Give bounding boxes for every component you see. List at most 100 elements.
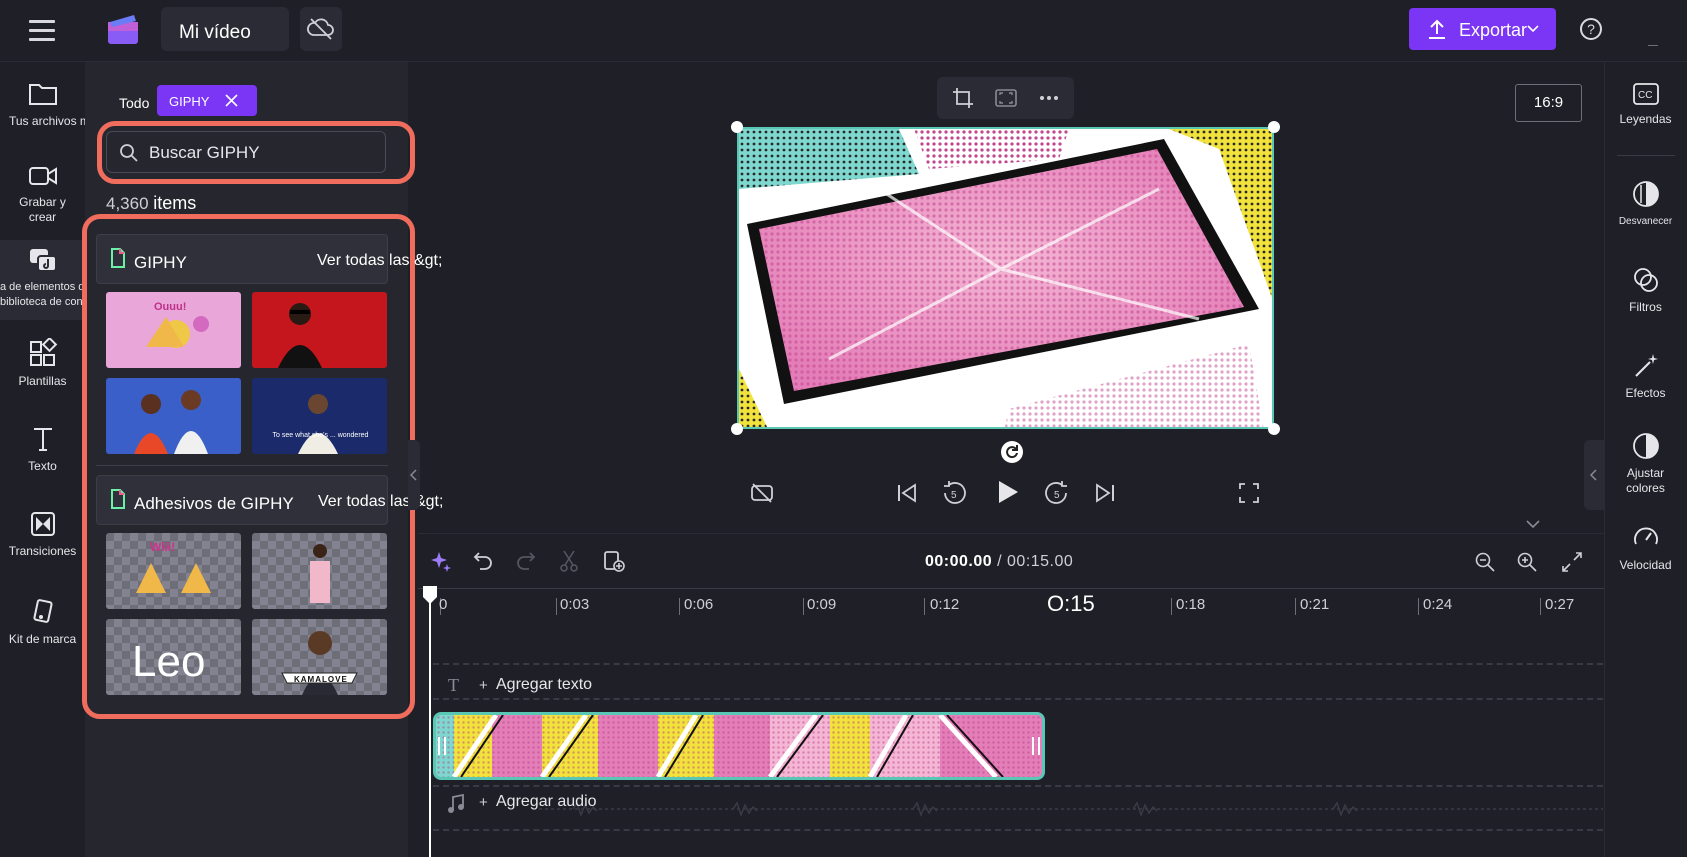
rail-fade[interactable]: Desvanecer — [1604, 180, 1687, 229]
magic-sparkle-icon[interactable] — [430, 550, 452, 572]
trim-handle-left[interactable] — [438, 737, 446, 755]
rail-speed[interactable]: Velocidad — [1604, 524, 1687, 573]
cloud-sync-off-icon[interactable] — [300, 7, 342, 51]
playhead[interactable] — [429, 588, 431, 857]
add-audio-label: Agregar audio — [496, 793, 597, 810]
app-logo — [106, 13, 140, 52]
rail-record-create[interactable]: Grabar y crear — [0, 163, 85, 225]
chevron-left-icon — [1590, 469, 1597, 481]
ruler-tick — [803, 598, 804, 615]
audio-track[interactable]: + Agregar audio — [433, 790, 1603, 826]
video-clip[interactable] — [433, 712, 1045, 780]
rail-brand-kit[interactable]: Kit de marca — [0, 598, 85, 647]
skip-to-end-icon[interactable] — [1094, 482, 1116, 504]
gif-thumbnail[interactable] — [252, 292, 387, 368]
gif-thumbnail[interactable]: Ouuu! — [106, 292, 241, 368]
camera-off-icon[interactable] — [750, 482, 774, 504]
chevron-down-icon — [1527, 25, 1539, 33]
undo-icon[interactable] — [473, 551, 493, 571]
rewind-5-icon[interactable]: 5 — [941, 480, 967, 506]
rail-effects[interactable]: Efectos — [1604, 352, 1687, 401]
ruler-label: 0:09 — [807, 596, 837, 613]
ruler-label: 0:12 — [930, 596, 960, 613]
ruler-label: 0:06 — [684, 596, 714, 613]
gif-thumbnail[interactable] — [106, 378, 241, 454]
resize-handle[interactable] — [731, 423, 743, 435]
resize-handle[interactable] — [731, 121, 743, 133]
project-title[interactable]: Mi vídeo — [161, 7, 289, 51]
gif-thumbnail[interactable]: To see what she's ... wondered — [252, 378, 387, 454]
rail-label: Transiciones — [8, 544, 77, 558]
skip-to-start-icon[interactable] — [896, 482, 918, 504]
filter-all[interactable]: Todo — [119, 95, 149, 111]
track-divider — [433, 785, 1603, 787]
rail-your-media[interactable]: Tus archivos multimedia — [0, 80, 138, 129]
play-icon[interactable] — [996, 479, 1020, 505]
duplicate-icon[interactable] — [603, 550, 625, 572]
add-text-label: Agregar texto — [496, 676, 593, 693]
zoom-out-icon[interactable] — [1475, 552, 1495, 572]
more-options-icon[interactable] — [1039, 95, 1059, 101]
add-audio-plus: + — [479, 794, 488, 811]
rail-content-library[interactable]: a de elementos de biblioteca de contenid… — [0, 240, 113, 320]
add-text-plus: + — [479, 677, 488, 694]
ruler-label-current: O:15 — [1047, 591, 1095, 616]
folder-icon — [28, 84, 57, 105]
rotate-icon[interactable] — [1000, 440, 1024, 464]
ruler-tick — [679, 598, 680, 615]
brand-kit-icon — [32, 599, 53, 623]
fit-timeline-icon[interactable] — [1561, 551, 1583, 573]
forward-5-icon[interactable]: 5 — [1044, 480, 1070, 506]
track-divider — [433, 663, 1603, 665]
rail-label: Texto — [28, 459, 57, 473]
text-track[interactable]: T + Agregar texto — [433, 675, 1603, 705]
split-scissors-icon[interactable] — [559, 550, 579, 572]
resize-handle[interactable] — [1268, 121, 1280, 133]
resize-handle[interactable] — [1268, 423, 1280, 435]
aspect-ratio-button[interactable]: 16:9 — [1515, 84, 1582, 122]
redo-icon[interactable] — [516, 551, 536, 571]
sticker-thumbnail[interactable]: Leo — [106, 619, 241, 695]
sticker-thumbnail[interactable]: KAMALOVE — [252, 619, 387, 695]
chevron-down-icon[interactable] — [1526, 520, 1540, 529]
svg-text:Wiii!: Wiii! — [150, 540, 175, 554]
giphy-logo-icon — [111, 489, 125, 509]
see-all-link[interactable]: Ver todas las &gt; — [317, 252, 442, 270]
rail-label: Grabar y crear — [19, 195, 66, 224]
filter-chip-giphy[interactable]: GIPHY — [157, 85, 257, 116]
ruler-label: 0:03 — [560, 596, 590, 613]
track-divider — [433, 698, 1603, 700]
audio-waveform-placeholder — [533, 801, 1603, 818]
current-time: 00:00.00 — [925, 553, 993, 570]
zoom-in-icon[interactable] — [1517, 552, 1537, 572]
sticker-thumbnail[interactable]: Wiii! — [106, 533, 241, 609]
close-icon[interactable] — [225, 94, 238, 107]
ruler-line — [418, 588, 1604, 589]
fullscreen-icon[interactable] — [1239, 483, 1259, 503]
crop-icon[interactable] — [952, 87, 974, 109]
rail-captions[interactable]: CC Leyendas — [1604, 82, 1687, 127]
captions-icon: CC — [1632, 83, 1659, 105]
search-input[interactable]: Buscar GIPHY — [106, 131, 386, 173]
rail-adjust-colors[interactable]: Ajustar colores — [1604, 432, 1687, 496]
playhead-knob[interactable] — [421, 585, 439, 605]
help-icon[interactable]: ? — [1580, 18, 1602, 40]
hamburger-menu-icon[interactable] — [29, 20, 55, 47]
fit-frame-icon[interactable] — [995, 88, 1017, 108]
section-title: Adhesivos de GIPHY — [134, 494, 294, 513]
rail-label: Ajustar colores — [1626, 466, 1665, 495]
export-button[interactable]: Exportar — [1409, 8, 1556, 50]
collapse-properties-button[interactable] — [1584, 440, 1604, 510]
ruler-label: 0:21 — [1300, 596, 1330, 613]
rail-text[interactable]: Texto — [0, 425, 85, 474]
rail-label: Velocidad — [1619, 558, 1672, 572]
trim-handle-right[interactable] — [1032, 737, 1040, 755]
collapse-panel-button[interactable] — [408, 440, 420, 510]
sticker-thumbnail[interactable] — [252, 533, 387, 609]
ruler-label: 0:27 — [1545, 596, 1575, 613]
rail-filters[interactable]: Filtros — [1604, 266, 1687, 315]
rail-templates[interactable]: Plantillas — [0, 338, 85, 389]
see-all-link[interactable]: Ver todas las &gt; — [318, 493, 443, 511]
rail-transitions[interactable]: Transiciones — [0, 510, 85, 559]
video-preview-canvas[interactable] — [737, 127, 1274, 429]
